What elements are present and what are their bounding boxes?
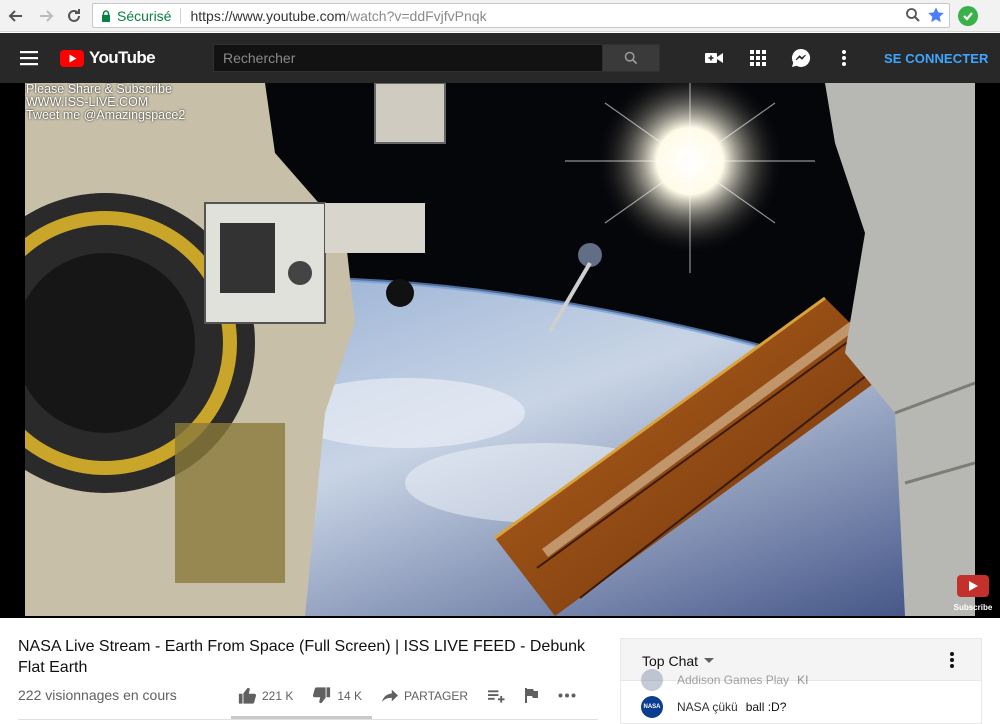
avatar: NASA (641, 696, 663, 718)
search-input[interactable] (213, 44, 603, 72)
search-button[interactable] (602, 44, 660, 72)
reload-icon (68, 9, 80, 22)
live-chat-panel: Top Chat Addison Games Play KI NASA NASA… (620, 638, 982, 724)
dislike-count: 14 K (337, 688, 363, 703)
chat-bubble-icon (791, 48, 811, 67)
overlay-line: Tweet me @Amazingspace2 (26, 108, 186, 122)
share-button[interactable]: PARTAGER (382, 689, 468, 703)
apps-button[interactable] (747, 47, 769, 69)
chat-message[interactable]: NASA NASA çükü ball :D? (641, 696, 786, 718)
upload-video-button[interactable] (703, 47, 725, 69)
bookmark-star-icon[interactable] (927, 6, 945, 24)
share-label: PARTAGER (404, 688, 469, 703)
more-actions-button[interactable] (558, 693, 576, 698)
url-domain: https://www.youtube.com (190, 7, 347, 24)
arrow-left-icon (8, 10, 22, 22)
share-arrow-icon (382, 689, 399, 702)
youtube-header: YouTube SE CONNECTER (0, 33, 1000, 83)
more-vert-icon (842, 50, 846, 66)
arrow-right-icon (40, 10, 54, 22)
more-horiz-icon (558, 693, 576, 698)
youtube-play-icon (60, 49, 84, 67)
thumbs-up-icon (238, 687, 256, 704)
chat-mode-label: Top Chat (642, 653, 699, 669)
more-options-button[interactable] (833, 47, 855, 69)
playlist-add-icon (488, 689, 505, 703)
youtube-logo[interactable]: YouTube (60, 48, 156, 68)
logo-text: YouTube (89, 48, 156, 67)
secure-label: Sécurisé (117, 7, 172, 24)
omnibox-separator (180, 8, 182, 23)
secure-indicator[interactable]: Sécurisé (93, 8, 171, 24)
video-player[interactable] (25, 83, 975, 616)
chat-text: ball :D? (745, 700, 787, 714)
apps-grid-icon (750, 50, 766, 66)
video-title: NASA Live Stream - Earth From Space (Ful… (18, 638, 586, 676)
forward-button[interactable] (34, 4, 58, 28)
more-vert-icon[interactable] (943, 651, 961, 669)
messages-button[interactable] (790, 47, 812, 69)
thumbs-down-icon (313, 687, 331, 704)
chat-message[interactable]: Addison Games Play KI (641, 669, 808, 691)
browser-toolbar: Sécurisé https://www.youtube.com/watch?v… (0, 0, 1000, 32)
report-button[interactable] (525, 688, 539, 703)
reload-button[interactable] (62, 4, 86, 28)
address-bar[interactable]: Sécurisé https://www.youtube.com/watch?v… (92, 3, 950, 28)
menu-icon[interactable] (18, 47, 40, 69)
signin-button[interactable]: SE CONNECTER (884, 51, 989, 66)
video-actions: 221 K 14 K PARTAGER (238, 687, 596, 704)
lock-icon (102, 9, 110, 22)
chat-author: NASA çükü (677, 700, 738, 714)
flag-icon (525, 688, 539, 703)
dropdown-caret-icon (704, 658, 715, 663)
url-text[interactable]: https://www.youtube.com/watch?v=ddFvjfvP… (190, 8, 486, 24)
add-to-playlist-button[interactable] (488, 689, 505, 703)
view-count: 222 visionnages en cours (18, 687, 177, 703)
extension-icon[interactable] (956, 4, 980, 28)
like-count: 221 K (262, 688, 294, 703)
subscribe-watermark-label: Subscribe (953, 603, 993, 612)
video-camera-icon (705, 53, 723, 63)
video-overlay-text: Please Share & Subscribe WWW.ISS-LIVE.CO… (26, 83, 185, 122)
chat-text: KI (797, 673, 809, 687)
back-button[interactable] (4, 4, 28, 28)
subscribe-watermark[interactable]: Subscribe (952, 575, 994, 612)
zoom-icon[interactable] (905, 7, 921, 23)
chat-mode-dropdown[interactable]: Top Chat (642, 653, 715, 669)
youtube-play-icon (957, 575, 989, 597)
avatar (641, 669, 663, 691)
avatar-label: NASA (643, 704, 661, 710)
search-icon (624, 51, 638, 65)
like-button[interactable]: 221 K (238, 687, 293, 704)
chat-author: Addison Games Play (677, 673, 790, 687)
iss-earth-video-frame (25, 83, 975, 616)
url-path: /watch?v=ddFvjfvPnqk (346, 7, 487, 24)
divider (18, 719, 598, 720)
dislike-button[interactable]: 14 K (313, 687, 362, 704)
